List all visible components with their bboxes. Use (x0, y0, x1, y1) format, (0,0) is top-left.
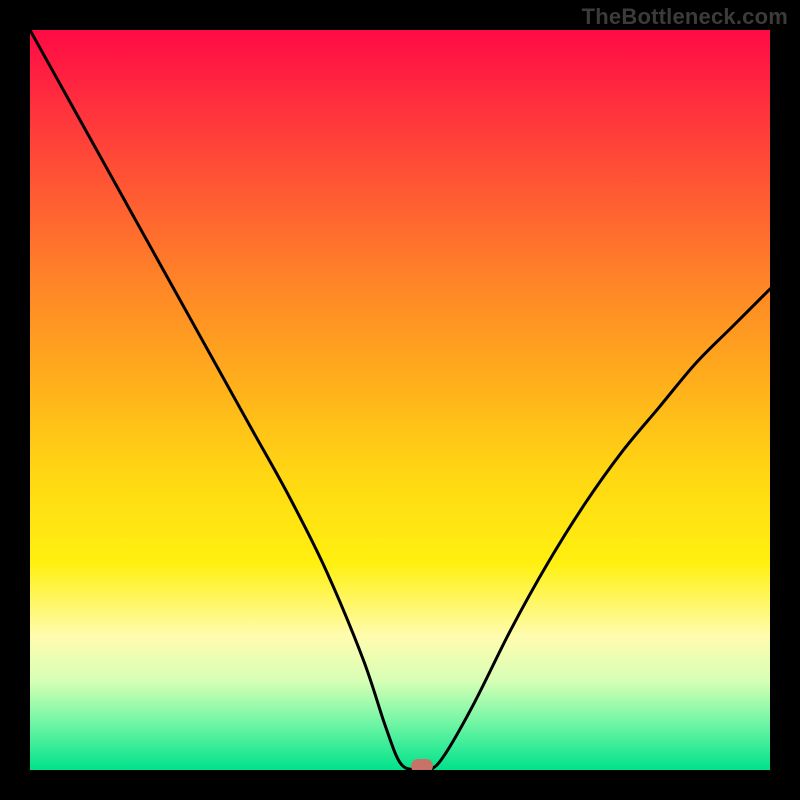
bottleneck-curve (30, 30, 770, 770)
bottleneck-minimum-marker (411, 759, 433, 770)
watermark-text: TheBottleneck.com (582, 4, 788, 30)
chart-frame: TheBottleneck.com (0, 0, 800, 800)
plot-area (30, 30, 770, 770)
